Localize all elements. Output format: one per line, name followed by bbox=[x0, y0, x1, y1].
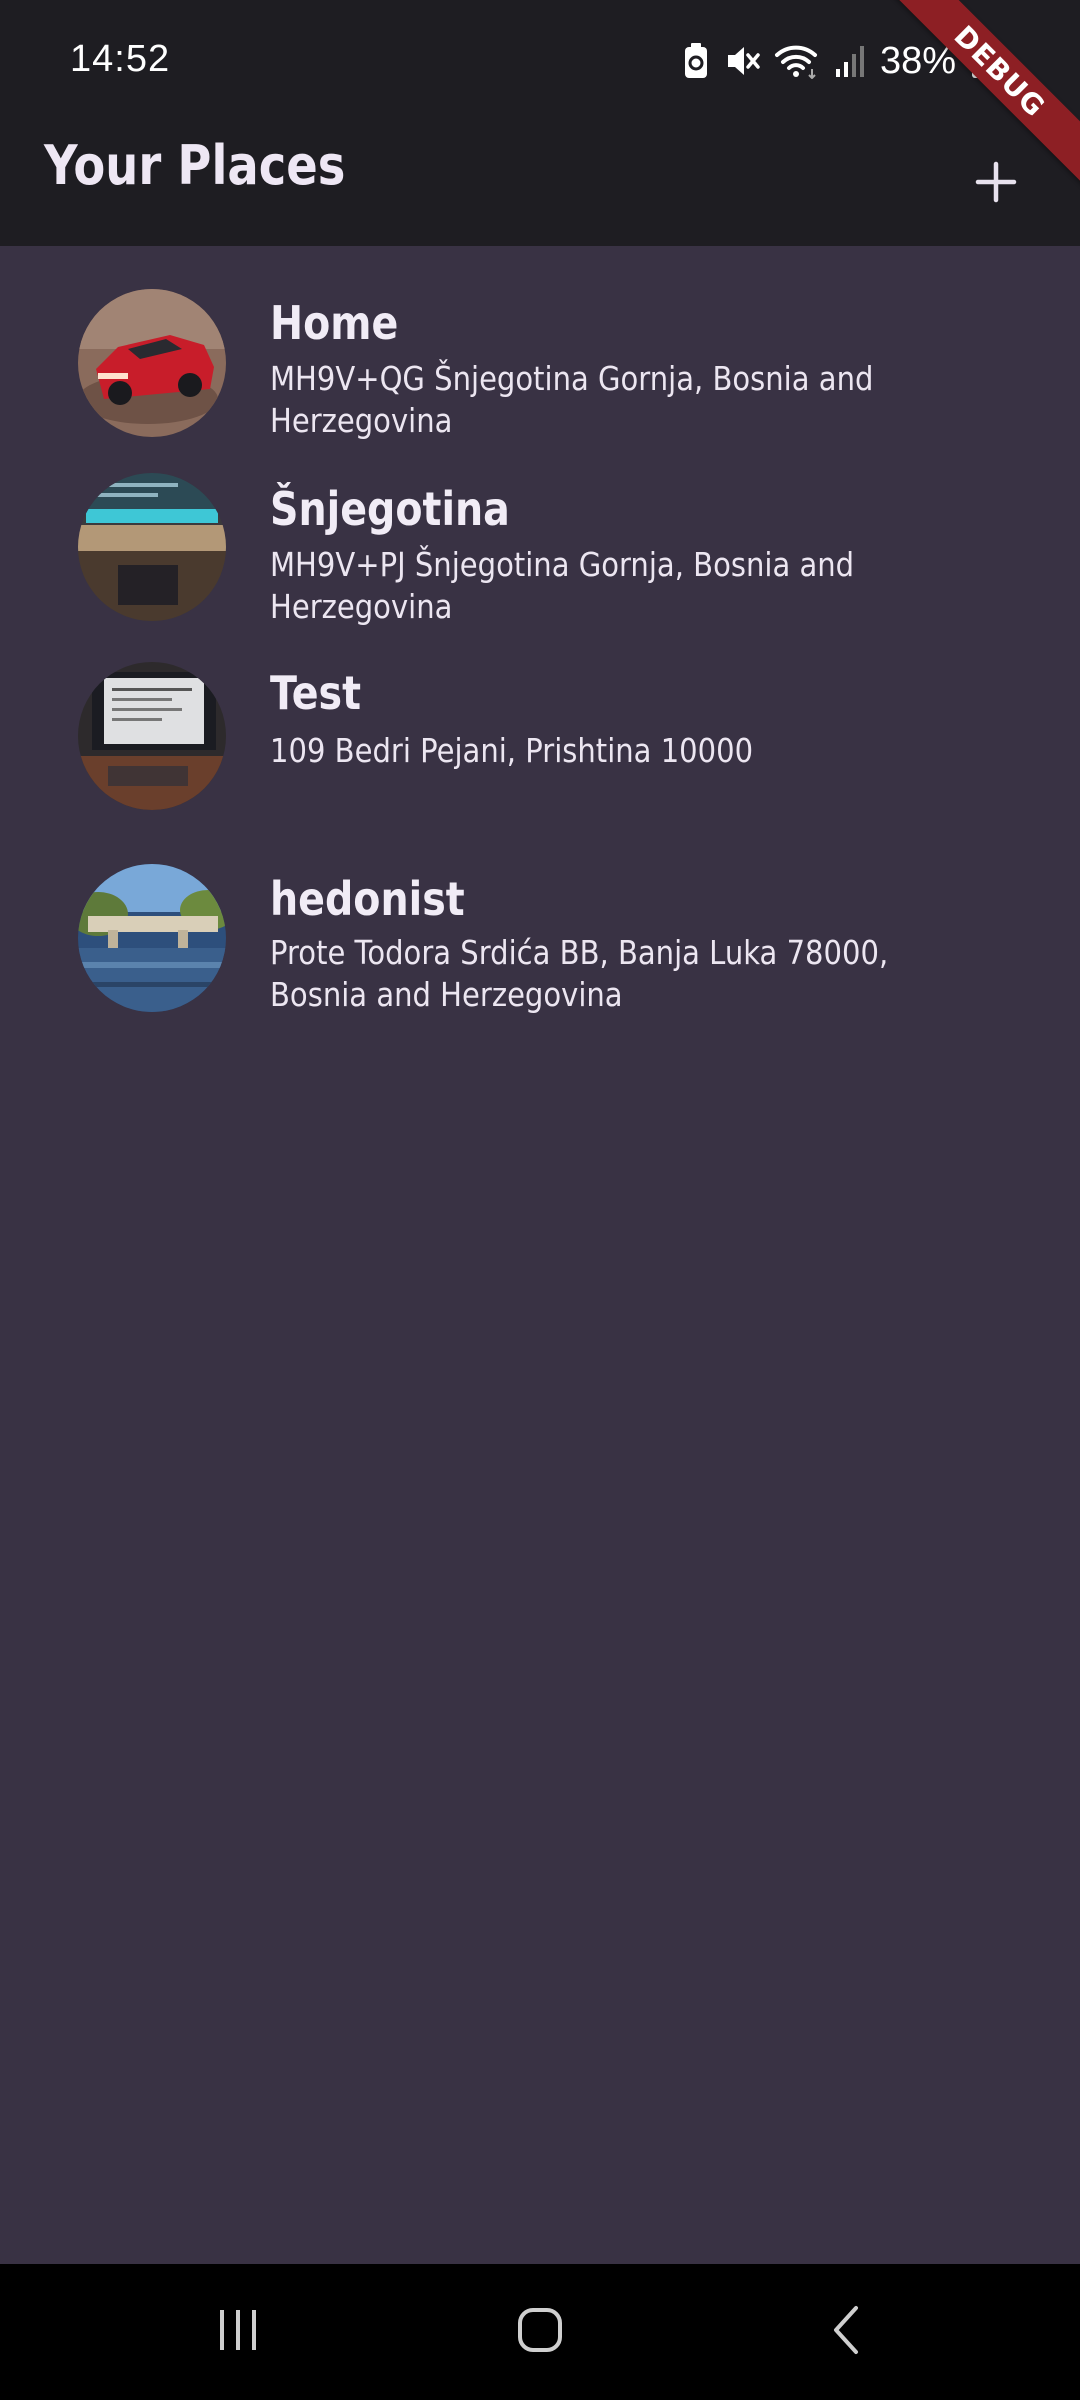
plus-icon bbox=[974, 160, 1018, 208]
place-thumbnail bbox=[78, 289, 226, 437]
signal-icon bbox=[834, 43, 866, 79]
place-item-snjegotina[interactable]: Šnjegotina MH9V+PJ Šnjegotina Gornja, Bo… bbox=[0, 452, 1080, 642]
recent-apps-button[interactable] bbox=[178, 2292, 298, 2372]
wifi-icon bbox=[774, 43, 820, 79]
place-item-hedonist[interactable]: hedonist Prote Todora Srdića BB, Banja L… bbox=[0, 836, 1080, 1026]
place-title: Šnjegotina bbox=[270, 482, 510, 536]
back-icon bbox=[828, 2304, 864, 2360]
place-address: Prote Todora Srdića BB, Banja Luka 78000… bbox=[270, 933, 889, 1014]
place-thumbnail bbox=[78, 473, 226, 621]
place-address: 109 Bedri Pejani, Prishtina 10000 bbox=[270, 731, 754, 770]
app-bar: Your Places bbox=[0, 122, 1080, 246]
navigation-bar bbox=[0, 2264, 1080, 2400]
place-title: hedonist bbox=[270, 872, 465, 926]
place-item-home[interactable]: Home MH9V+QG Šnjegotina Gornja, Bosnia a… bbox=[0, 266, 1080, 456]
place-item-test[interactable]: Test 109 Bedri Pejani, Prishtina 10000 bbox=[0, 644, 1080, 834]
add-place-button[interactable] bbox=[948, 136, 1044, 232]
place-title: Home bbox=[270, 296, 399, 350]
place-title: Test bbox=[270, 666, 362, 720]
place-address: MH9V+PJ Šnjegotina Gornja, Bosnia and He… bbox=[270, 545, 855, 626]
recent-apps-icon bbox=[214, 2308, 262, 2356]
status-time: 14:52 bbox=[70, 38, 171, 80]
home-icon bbox=[516, 2306, 564, 2358]
place-thumbnail bbox=[78, 864, 226, 1012]
mute-icon bbox=[724, 43, 760, 79]
page-title: Your Places bbox=[44, 134, 346, 197]
back-button[interactable] bbox=[786, 2292, 906, 2372]
place-thumbnail bbox=[78, 662, 226, 810]
home-button[interactable] bbox=[480, 2292, 600, 2372]
place-address: MH9V+QG Šnjegotina Gornja, Bosnia and He… bbox=[270, 359, 874, 440]
battery-saver-icon bbox=[682, 42, 710, 80]
